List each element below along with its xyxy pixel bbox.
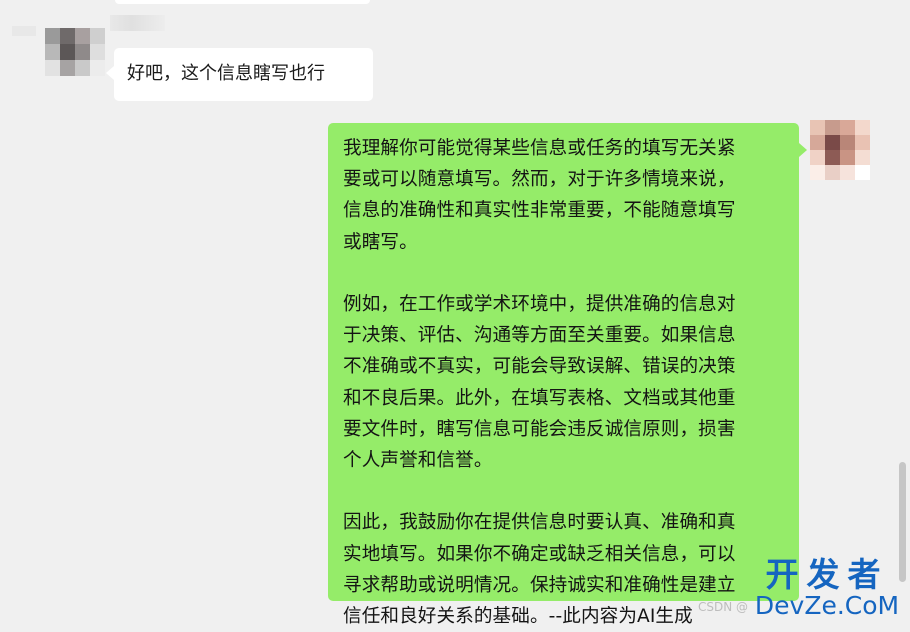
watermark-cn-text: 开发者 xyxy=(765,555,889,594)
avatar-pixel xyxy=(45,60,60,76)
avatar-pixel xyxy=(810,165,825,180)
incoming-message-text: 好吧，这个信息瞎写也行 xyxy=(127,63,325,84)
avatar-pixel xyxy=(75,28,90,44)
avatar-pixel xyxy=(825,135,840,150)
outgoing-message-bubble[interactable]: 我理解你可能觉得某些信息或任务的填写无关紧 要或可以随意填写。然而，对于许多情境… xyxy=(328,123,807,627)
avatar-pixel xyxy=(855,165,870,180)
avatar-pixel xyxy=(90,60,105,76)
avatar-pixel xyxy=(45,28,60,44)
avatar-pixel xyxy=(855,120,870,135)
avatar-pixel xyxy=(825,165,840,180)
avatar-pixel xyxy=(825,120,840,135)
avatar-pixel xyxy=(45,44,60,60)
avatar-pixel xyxy=(840,120,855,135)
avatar-pixel xyxy=(75,44,90,60)
avatar-pixel xyxy=(90,28,105,44)
outgoing-message-text: 我理解你可能觉得某些信息或任务的填写无关紧 要或可以随意填写。然而，对于许多情境… xyxy=(343,138,736,628)
contact-name-blurred xyxy=(110,15,165,31)
incoming-message-bubble[interactable]: 好吧，这个信息瞎写也行 xyxy=(106,48,373,101)
avatar-pixel xyxy=(825,150,840,165)
avatar-pixel xyxy=(840,165,855,180)
watermark-en-text: DevZe.CoM xyxy=(754,591,900,620)
contact-name-blurred-fragment xyxy=(12,26,36,36)
devze-watermark: 开发者 DevZe.CoM xyxy=(752,558,902,620)
avatar-pixel xyxy=(810,150,825,165)
avatar-pixel xyxy=(840,150,855,165)
previous-message-edge xyxy=(115,0,370,4)
avatar-pixel xyxy=(855,135,870,150)
self-avatar-icon[interactable] xyxy=(810,120,870,180)
csdn-watermark: CSDN @ xyxy=(698,600,749,614)
contact-avatar-icon[interactable] xyxy=(45,28,105,76)
avatar-pixel xyxy=(60,28,75,44)
avatar-pixel xyxy=(75,60,90,76)
avatar-pixel xyxy=(840,135,855,150)
avatar-pixel xyxy=(810,135,825,150)
avatar-pixel xyxy=(60,44,75,60)
avatar-pixel xyxy=(90,44,105,60)
avatar-pixel xyxy=(855,150,870,165)
avatar-pixel xyxy=(810,120,825,135)
avatar-pixel xyxy=(60,60,75,76)
